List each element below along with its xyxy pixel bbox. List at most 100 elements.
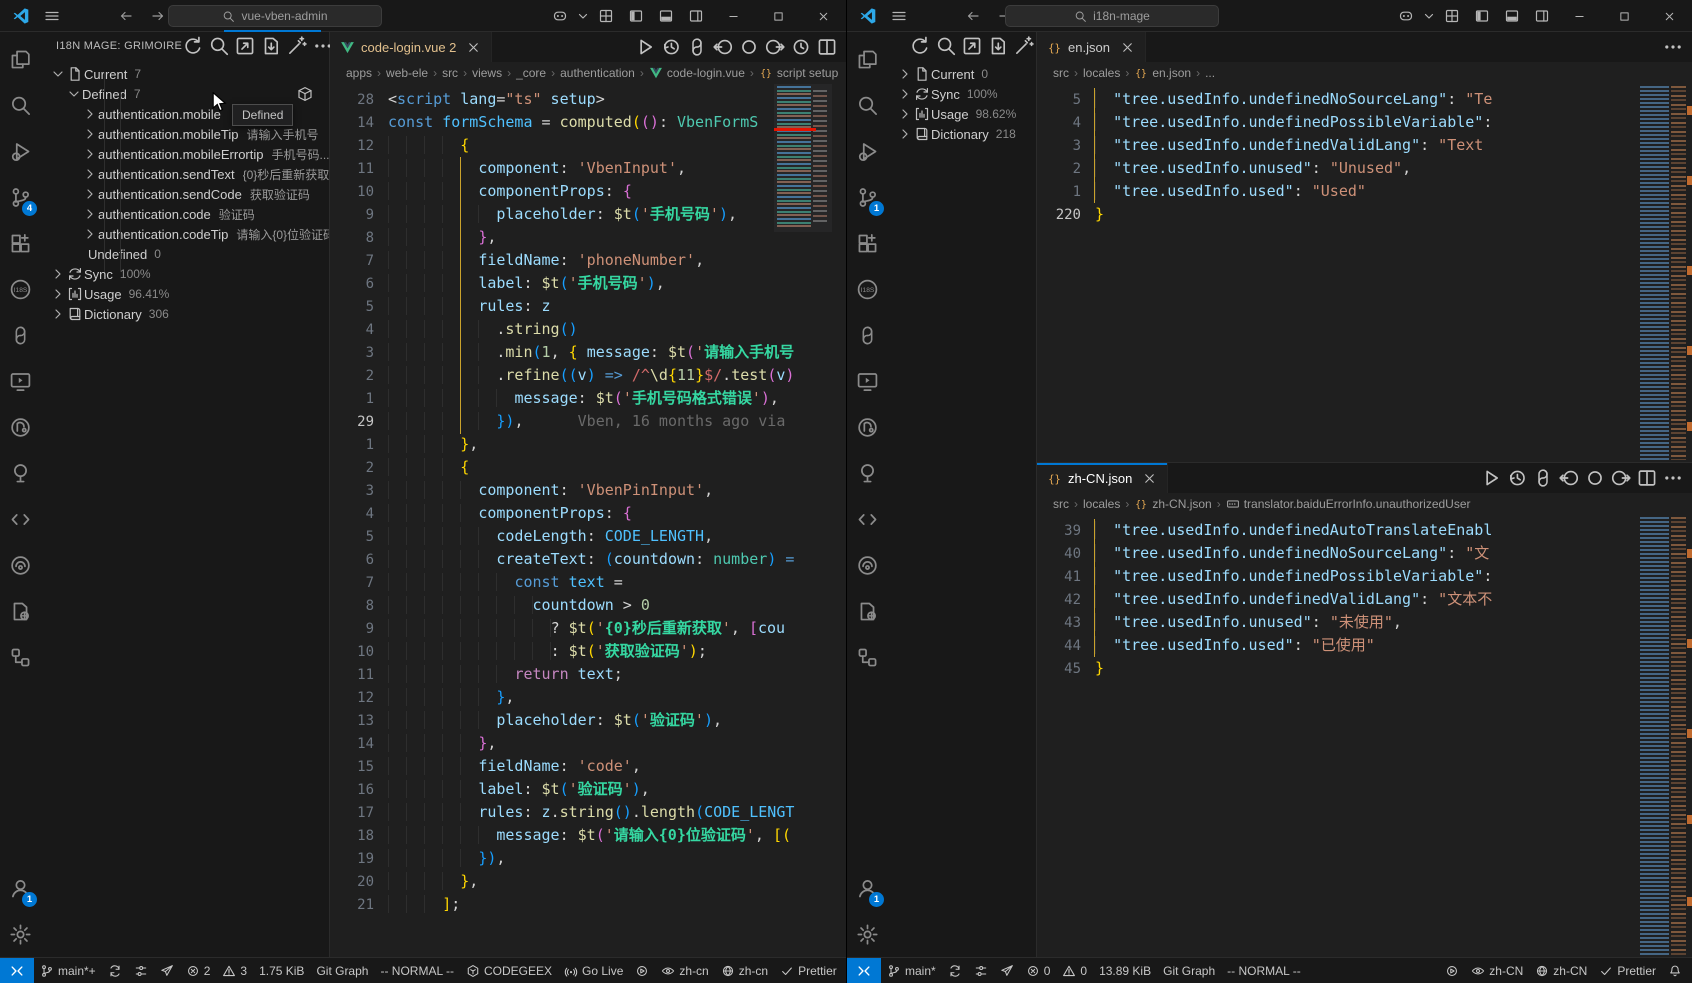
minimap[interactable] — [1638, 515, 1692, 957]
layout-left-icon[interactable] — [621, 0, 651, 32]
layout-bottom-icon[interactable] — [1497, 0, 1527, 32]
status-item-git-branch[interactable]: main* — [881, 958, 942, 983]
status-item-check[interactable]: Prettier — [1593, 958, 1662, 983]
breadcrumb-item[interactable]: src — [442, 66, 458, 80]
history-icon[interactable] — [1506, 467, 1528, 489]
command-center[interactable]: vue-vben-admin — [168, 5, 382, 27]
wand-icon[interactable] — [1013, 35, 1035, 57]
tree-row-defined[interactable]: Defined7 — [40, 84, 329, 104]
breadcrumb-item[interactable]: src — [1053, 66, 1069, 80]
activity-item-test-tree[interactable] — [847, 450, 887, 496]
activity-item-i18n-badge[interactable]: I18S — [847, 266, 887, 312]
tab-code-login-vue-2[interactable]: code-login.vue 2 — [330, 32, 493, 62]
activity-item-settings[interactable] — [847, 911, 887, 957]
search-icon[interactable] — [935, 35, 957, 57]
openai-icon[interactable] — [686, 36, 708, 58]
tree-row-usage[interactable]: Usage 96.41% — [40, 284, 329, 304]
status-item-sync-arrows[interactable] — [942, 958, 968, 983]
status-item-play-circle[interactable] — [1439, 958, 1465, 983]
status-item-rocket[interactable] — [154, 958, 180, 983]
activity-item-run-circle[interactable] — [0, 404, 40, 450]
activity-item-remote-screen[interactable] — [0, 358, 40, 404]
layout-left-icon[interactable] — [1467, 0, 1497, 32]
tree-row-authentication-code[interactable]: authentication.code 验证码 — [40, 204, 329, 224]
breadcrumb-item[interactable]: locales — [1083, 497, 1120, 511]
breadcrumb-item[interactable]: locales — [1083, 66, 1120, 80]
close-icon[interactable] — [1142, 471, 1157, 486]
tree-row-undefined[interactable]: Undefined 0 — [40, 244, 329, 264]
layout-right-icon[interactable] — [1527, 0, 1557, 32]
breadcrumb-item[interactable]: apps — [346, 66, 372, 80]
activity-item-file-settings[interactable] — [0, 588, 40, 634]
status-item-remote[interactable] — [0, 957, 34, 983]
activity-item-search[interactable] — [847, 82, 887, 128]
breadcrumb-item[interactable]: web-ele — [386, 66, 428, 80]
status-item-eye[interactable]: zh-CN — [1465, 958, 1529, 983]
breadcrumb-item[interactable]: translator.baiduErrorInfo.unauthorizedUs… — [1226, 497, 1471, 511]
status-item-globe[interactable]: zh-cn — [715, 958, 774, 983]
layout-right-icon[interactable] — [681, 0, 711, 32]
minimap[interactable] — [774, 84, 832, 232]
forward-circle-icon[interactable] — [1610, 467, 1632, 489]
breadcrumb-item[interactable]: {} zh-CN.json — [1134, 497, 1212, 511]
activity-item-extensions[interactable] — [0, 220, 40, 266]
tree-row-authentication-mobiletip[interactable]: authentication.mobileTip 请输入手机号 — [40, 124, 329, 144]
status-item-git-branch[interactable]: main*+ — [34, 958, 102, 983]
activity-item-settings[interactable] — [0, 911, 40, 957]
win-min-button[interactable] — [1557, 0, 1602, 32]
breadcrumb-item[interactable]: ... — [1205, 66, 1215, 80]
breadcrumb-item[interactable]: src — [1053, 497, 1069, 511]
activity-item-extensions[interactable] — [847, 220, 887, 266]
status-item-rocket[interactable] — [994, 958, 1020, 983]
activity-item-workflow[interactable] — [847, 634, 887, 680]
activity-item-preview[interactable] — [847, 542, 887, 588]
breadcrumb-item[interactable]: authentication — [560, 66, 635, 80]
activity-item-debug[interactable] — [847, 128, 887, 174]
more-icon[interactable] — [1662, 467, 1684, 489]
status-item[interactable]: -- NORMAL -- — [374, 958, 460, 983]
layout-grid-icon[interactable] — [591, 0, 621, 32]
win-close-button[interactable] — [801, 0, 846, 32]
copilot-icon[interactable] — [1391, 0, 1421, 32]
tree-row-authentication-mobileerrortip[interactable]: authentication.mobileErrortip 手机号码... — [40, 144, 329, 164]
activity-item-source-control[interactable]: 4 — [0, 174, 40, 220]
status-item[interactable]: 13.89 KiB — [1093, 958, 1157, 983]
layout-grid-icon[interactable] — [1437, 0, 1467, 32]
status-item-error[interactable]: 0 — [1020, 958, 1057, 983]
activity-item-preview[interactable] — [0, 542, 40, 588]
breadcrumb-item[interactable]: views — [472, 66, 502, 80]
tree-row-authentication-sendtext[interactable]: authentication.sendText {0}秒后重新获取 — [40, 164, 329, 184]
openai-icon[interactable] — [1532, 467, 1554, 489]
status-item-check[interactable]: Prettier — [774, 958, 843, 983]
split-icon[interactable] — [1636, 467, 1658, 489]
breadcrumb-item[interactable]: {} en.json — [1134, 66, 1191, 80]
activity-item-run-circle[interactable] — [847, 404, 887, 450]
tree-row-sync[interactable]: Sync 100% — [40, 264, 329, 284]
circle-small-icon[interactable] — [738, 36, 760, 58]
activity-item-search[interactable] — [0, 82, 40, 128]
export-icon[interactable] — [260, 35, 282, 57]
search-icon[interactable] — [208, 35, 230, 57]
menu-icon[interactable] — [44, 8, 60, 24]
breadcrumb-item[interactable]: code-login.vue — [649, 66, 745, 80]
wand-icon[interactable] — [286, 35, 308, 57]
menu-icon[interactable] — [891, 8, 907, 24]
activity-item-workflow[interactable] — [0, 634, 40, 680]
forward-button[interactable] — [150, 8, 166, 24]
activity-item-debug[interactable] — [0, 128, 40, 174]
activity-item-explorer[interactable] — [847, 36, 887, 82]
activity-item-account[interactable]: 1 — [847, 865, 887, 911]
win-close-button[interactable] — [1647, 0, 1692, 32]
forward-circle-icon[interactable] — [764, 36, 786, 58]
activity-item-file-settings[interactable] — [847, 588, 887, 634]
status-item-play-circle[interactable] — [629, 958, 655, 983]
status-item-tune[interactable] — [128, 958, 154, 983]
chevron-down-icon[interactable] — [1421, 0, 1437, 32]
back-button[interactable] — [118, 8, 134, 24]
refresh-icon[interactable] — [182, 35, 204, 57]
activity-item-code-tags[interactable] — [0, 496, 40, 542]
tab-en-json[interactable]: {} en.json — [1037, 32, 1146, 62]
activity-item-account[interactable]: 1 — [0, 865, 40, 911]
win-max-button[interactable] — [1602, 0, 1647, 32]
chevron-down-icon[interactable] — [575, 0, 591, 32]
